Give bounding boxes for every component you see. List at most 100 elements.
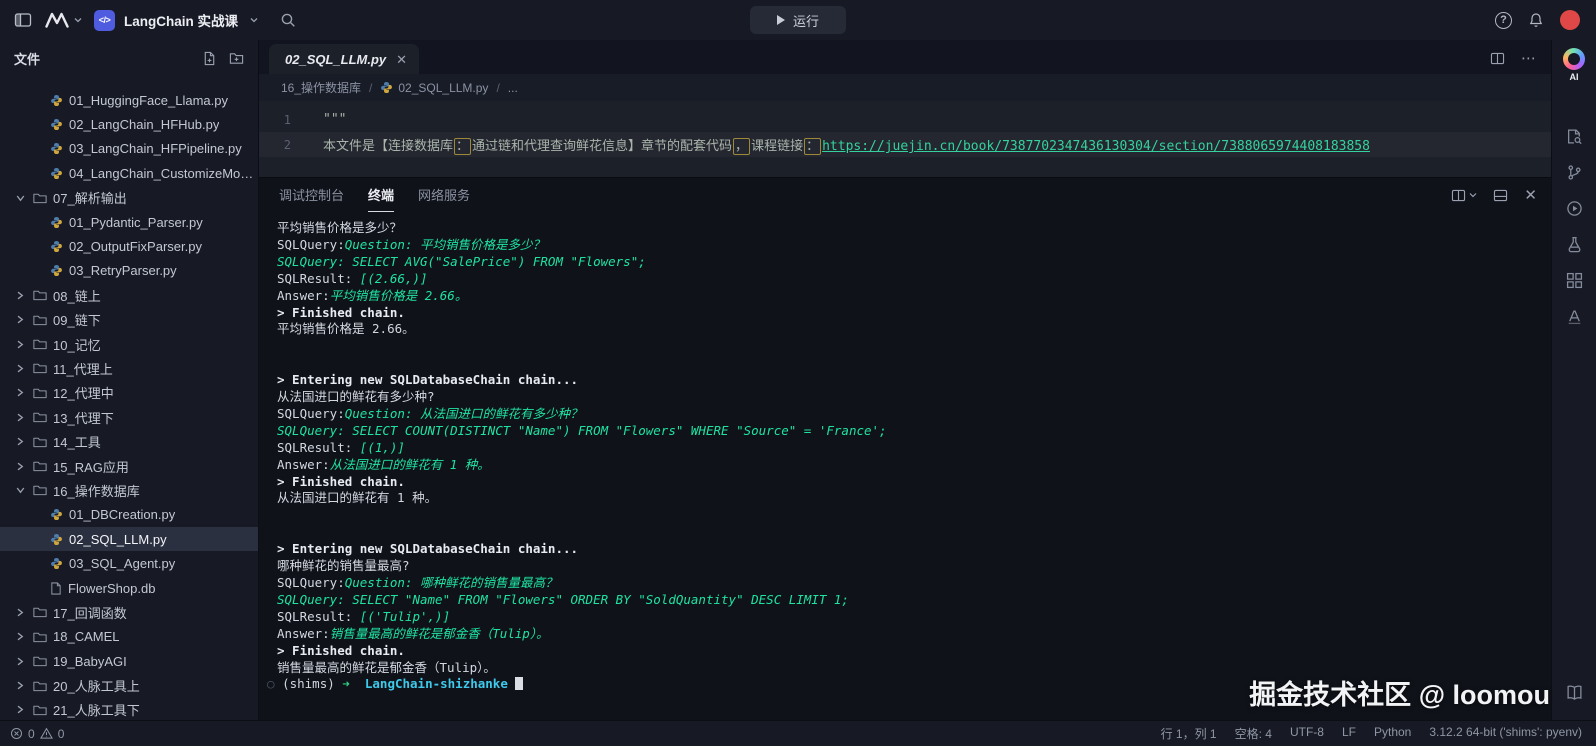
- tree-item-file[interactable]: FlowerShop.db: [0, 576, 258, 600]
- tree-item-folder[interactable]: 17_回调函数: [0, 600, 258, 624]
- editor-tab[interactable]: 02_SQL_LLM.py ✕: [269, 44, 419, 74]
- tree-item-folder[interactable]: 13_代理下: [0, 405, 258, 429]
- tree-item-file[interactable]: 03_RetryParser.py: [0, 259, 258, 283]
- folder-icon: [33, 314, 47, 326]
- user-avatar[interactable]: [1560, 10, 1580, 30]
- extensions-icon[interactable]: [1552, 262, 1596, 298]
- tree-item-label: 15_RAG应用: [53, 457, 129, 476]
- tree-item-folder[interactable]: 21_人脉工具下: [0, 698, 258, 720]
- explorer-title: 文件: [14, 49, 40, 68]
- panel-tab-network-service[interactable]: 网络服务: [418, 178, 470, 212]
- tree-item-file[interactable]: 03_SQL_Agent.py: [0, 551, 258, 575]
- code-segment: """: [323, 112, 346, 127]
- tree-item-label: 04_LangChain_CustomizeMod...: [69, 166, 258, 181]
- book-icon[interactable]: [1552, 674, 1596, 710]
- tree-item-folder[interactable]: 10_记忆: [0, 332, 258, 356]
- terminal-text: SQLQuery:: [277, 406, 345, 421]
- tree-item-folder[interactable]: 19_BabyAGI: [0, 649, 258, 673]
- debug-icon[interactable]: [1552, 190, 1596, 226]
- code-segment: 本文件是【连接数据库: [323, 139, 453, 154]
- terminal-text: [(2.66,)]: [360, 271, 428, 286]
- app-logo[interactable]: [44, 11, 82, 29]
- breadcrumb-item[interactable]: 16_操作数据库: [281, 79, 361, 96]
- more-actions-icon[interactable]: ⋯: [1521, 49, 1537, 67]
- tree-item-folder[interactable]: 20_人脉工具上: [0, 673, 258, 697]
- status-item[interactable]: UTF-8: [1290, 725, 1324, 742]
- terminal-line: 平均销售价格是多少？: [277, 220, 1551, 237]
- chevron-right-icon: [16, 291, 27, 300]
- status-item[interactable]: 空格: 4: [1235, 725, 1272, 742]
- ai-assistant-button[interactable]: AI: [1563, 48, 1585, 82]
- tree-item-folder[interactable]: 08_链上: [0, 283, 258, 307]
- breadcrumb-item[interactable]: ...: [508, 81, 518, 95]
- font-icon[interactable]: [1552, 298, 1596, 334]
- terminal-layout-icon[interactable]: [1451, 189, 1477, 202]
- help-icon[interactable]: ?: [1495, 12, 1512, 29]
- chevron-right-icon: [16, 462, 27, 471]
- tree-item-file[interactable]: 01_HuggingFace_Llama.py: [0, 88, 258, 112]
- folder-icon: [33, 362, 47, 374]
- breadcrumb-separator: /: [369, 81, 372, 95]
- breadcrumb-item[interactable]: 02_SQL_LLM.py: [380, 81, 488, 95]
- tree-item-folder[interactable]: 16_操作数据库: [0, 478, 258, 502]
- new-file-icon[interactable]: [202, 51, 217, 66]
- problems-indicator[interactable]: 0 0: [10, 727, 64, 741]
- folder-icon: [33, 631, 47, 643]
- tree-item-file[interactable]: 02_SQL_LLM.py: [0, 527, 258, 551]
- tree-item-folder[interactable]: 07_解析输出: [0, 186, 258, 210]
- tree-item-label: 02_OutputFixParser.py: [69, 239, 202, 254]
- close-icon[interactable]: ✕: [396, 53, 407, 66]
- folder-icon: [33, 289, 47, 301]
- terminal[interactable]: 平均销售价格是多少？SQLQuery:Question: 平均销售价格是多少？ S…: [259, 212, 1551, 720]
- terminal-text: LangChain-shizhanke: [357, 676, 515, 691]
- terminal-line: 哪种鲜花的销售量最高?: [277, 558, 1551, 575]
- code-link[interactable]: https://juejin.cn/book/73877023474361303…: [822, 139, 1370, 154]
- tree-item-file[interactable]: 01_Pydantic_Parser.py: [0, 210, 258, 234]
- chevron-down-icon: [1469, 192, 1477, 198]
- code-line: 2本文件是【连接数据库：通过链和代理查询鲜花信息】章节的配套代码，课程链接：ht…: [259, 132, 1551, 157]
- git-branch-icon[interactable]: [1552, 154, 1596, 190]
- tree-item-folder[interactable]: 18_CAMEL: [0, 625, 258, 649]
- line-number: 2: [259, 138, 305, 152]
- tree-item-label: 16_操作数据库: [53, 481, 140, 500]
- panel-tab-terminal[interactable]: 终端: [368, 178, 394, 212]
- tree-item-folder[interactable]: 11_代理上: [0, 356, 258, 380]
- tree-item-folder[interactable]: 15_RAG应用: [0, 454, 258, 478]
- panel-tab-debug-console[interactable]: 调试控制台: [279, 178, 344, 212]
- tree-item-folder[interactable]: 14_工具: [0, 429, 258, 453]
- terminal-line: SQLResult: [(1,)]: [277, 440, 1551, 457]
- flask-icon[interactable]: [1552, 226, 1596, 262]
- code-editor[interactable]: 1"""2本文件是【连接数据库：通过链和代理查询鲜花信息】章节的配套代码，课程链…: [259, 101, 1551, 177]
- tree-item-file[interactable]: 04_LangChain_CustomizeMod...: [0, 161, 258, 185]
- terminal-cursor: [515, 677, 523, 690]
- tree-item-file[interactable]: 02_LangChain_HFHub.py: [0, 112, 258, 136]
- tree-item-file[interactable]: 03_LangChain_HFPipeline.py: [0, 137, 258, 161]
- search-icon[interactable]: [280, 12, 296, 28]
- status-item[interactable]: Python: [1374, 725, 1411, 742]
- split-editor-icon[interactable]: [1490, 52, 1505, 65]
- tree-item-folder[interactable]: 12_代理中: [0, 381, 258, 405]
- bell-icon[interactable]: [1528, 12, 1544, 28]
- close-panel-icon[interactable]: ✕: [1524, 188, 1537, 203]
- status-item[interactable]: 行 1，列 1: [1161, 725, 1217, 742]
- file-search-icon[interactable]: [1552, 118, 1596, 154]
- tree-item-label: 01_Pydantic_Parser.py: [69, 215, 203, 230]
- status-item[interactable]: 3.12.2 64-bit ('shims': pyenv): [1429, 725, 1582, 742]
- tree-item-file[interactable]: 02_OutputFixParser.py: [0, 234, 258, 258]
- folder-icon: [33, 460, 47, 472]
- tree-item-label: 02_LangChain_HFHub.py: [69, 117, 219, 132]
- tree-item-folder[interactable]: 09_链下: [0, 308, 258, 332]
- chevron-right-icon: [16, 364, 27, 373]
- run-button[interactable]: 运行: [750, 6, 846, 34]
- logo-icon: [44, 11, 70, 29]
- maximize-panel-icon[interactable]: [1493, 189, 1508, 202]
- tree-item-label: 12_代理中: [53, 383, 114, 402]
- play-icon: [777, 15, 785, 25]
- new-folder-icon[interactable]: [229, 51, 244, 66]
- tree-item-label: 11_代理上: [53, 359, 113, 378]
- status-item[interactable]: LF: [1342, 725, 1356, 742]
- project-selector[interactable]: LangChain 实战课: [124, 10, 238, 30]
- sidebar-toggle-icon[interactable]: [14, 12, 32, 28]
- terminal-line: SQLQuery:Question: 平均销售价格是多少？: [277, 237, 1551, 254]
- tree-item-file[interactable]: 01_DBCreation.py: [0, 503, 258, 527]
